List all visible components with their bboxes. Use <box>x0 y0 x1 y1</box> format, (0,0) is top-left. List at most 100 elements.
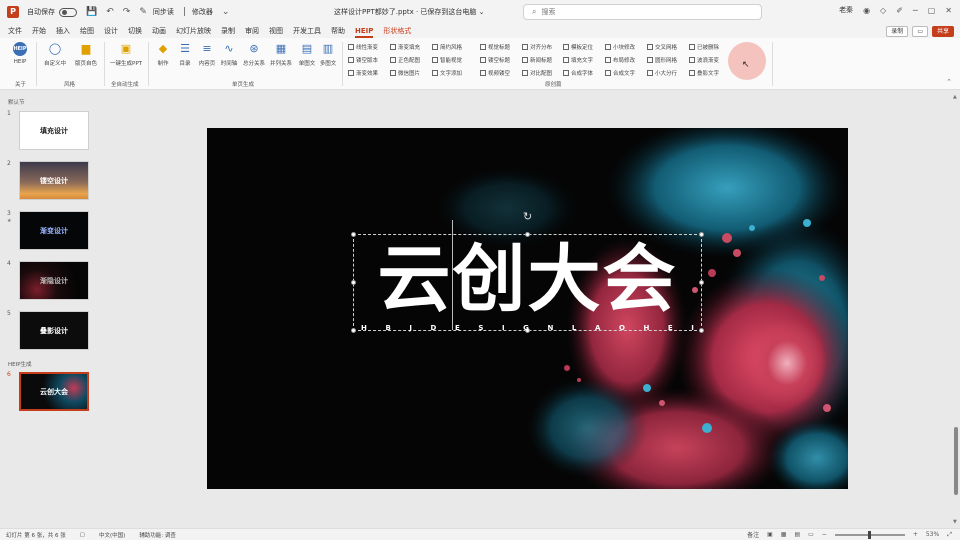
section-label[interactable]: 默认节 <box>8 98 25 106</box>
qat-dropdown-icon[interactable]: ⌄ <box>222 7 230 17</box>
feature-item[interactable]: 对比配图 <box>522 69 552 77</box>
tab-view[interactable]: 视图 <box>269 24 283 38</box>
tab-developer[interactable]: 开发工具 <box>293 24 321 38</box>
vertical-scrollbar[interactable]: ▲ ▼ <box>953 91 960 528</box>
feature-item[interactable]: 简约风格 <box>432 43 462 51</box>
zoom-slider[interactable] <box>834 530 905 539</box>
slideshow-icon[interactable]: ▭ <box>808 531 814 538</box>
feature-item[interactable]: 对齐分布 <box>522 43 552 51</box>
tab-animations[interactable]: 动画 <box>152 24 166 38</box>
tab-help[interactable]: 帮助 <box>331 24 345 38</box>
tab-review[interactable]: 审阅 <box>245 24 259 38</box>
tab-shape-format[interactable]: 形状格式 <box>383 24 411 38</box>
accessibility-status[interactable]: 辅助功能: 调查 <box>139 531 176 539</box>
maximize-icon[interactable]: ▢ <box>928 6 936 15</box>
feature-item[interactable]: 填充文字 <box>563 56 593 64</box>
tab-transitions[interactable]: 切换 <box>128 24 142 38</box>
tab-draw[interactable]: 绘图 <box>80 24 94 38</box>
feature-item[interactable]: 波浪渐变 <box>689 56 719 64</box>
pen-icon[interactable]: ✐ <box>896 6 903 15</box>
feature-item[interactable]: 智能视觉 <box>432 56 462 64</box>
tab-home[interactable]: 开始 <box>32 24 46 38</box>
rotate-handle-icon[interactable]: ↻ <box>523 210 532 223</box>
autosave-toggle[interactable] <box>59 7 77 17</box>
feature-item[interactable]: 小大分行 <box>647 69 677 77</box>
resize-handle[interactable] <box>351 328 356 333</box>
section-label[interactable]: HEIP生成 <box>8 360 32 368</box>
feature-item[interactable]: 微信图片 <box>390 69 420 77</box>
record-button[interactable]: 录制 <box>886 26 909 37</box>
notes-button[interactable]: 备注 <box>747 530 759 539</box>
theme-color-button[interactable]: ▆ 版页自色 <box>73 42 99 67</box>
resize-handle[interactable] <box>351 232 356 237</box>
multi-image-button[interactable]: ▥ 多图文 <box>315 42 341 67</box>
comments-button[interactable]: ▭ <box>912 26 928 37</box>
feature-item[interactable]: 镂空版本 <box>348 56 378 64</box>
fit-slide-icon[interactable]: ⤢ <box>947 531 952 539</box>
slide-subtitle[interactable]: H B J D E S I G N L A O H E I <box>357 324 698 332</box>
slide-title[interactable]: 云创大会 <box>357 236 698 324</box>
save-icon[interactable]: 💾 <box>86 7 97 17</box>
feature-item[interactable]: 合成文字 <box>605 69 635 77</box>
feature-item[interactable]: 视觉标题 <box>480 43 510 51</box>
scroll-down-icon[interactable]: ▼ <box>953 519 957 525</box>
scrollbar-thumb[interactable] <box>954 427 958 495</box>
feature-item[interactable]: 文字添加 <box>432 69 462 77</box>
scroll-up-icon[interactable]: ▲ <box>953 94 957 100</box>
parallel-relation-button[interactable]: ▦ 并列关系 <box>268 42 294 67</box>
feature-item[interactable]: 渐变效果 <box>348 69 378 77</box>
format-painter-icon[interactable]: ✎ <box>139 7 147 17</box>
resize-handle[interactable] <box>699 232 704 237</box>
document-title[interactable]: 这样设计PPT都妙了.pptx · 已保存到这台电脑 ⌄ <box>334 7 484 17</box>
language-status[interactable]: 中文(中国) <box>99 531 125 539</box>
feature-item[interactable]: 交叉网格 <box>647 43 677 51</box>
feature-item[interactable]: 模板定位 <box>563 43 593 51</box>
tab-file[interactable]: 文件 <box>8 24 22 38</box>
search-box[interactable]: ⌕ 搜索 <box>523 4 762 20</box>
tab-design[interactable]: 设计 <box>104 24 118 38</box>
quick-access-item[interactable]: 修改器 <box>192 7 213 17</box>
tab-insert[interactable]: 插入 <box>56 24 70 38</box>
quick-access-item[interactable]: 同步读 <box>153 7 174 17</box>
hub-relation-button[interactable]: ⊛ 总分关系 <box>241 42 267 67</box>
diamond-icon[interactable]: ◇ <box>880 6 886 15</box>
slide-thumbnail[interactable]: 渐变设计 <box>19 211 89 250</box>
tab-slideshow[interactable]: 幻灯片放映 <box>176 24 211 38</box>
feature-item[interactable]: 渐变填充 <box>390 43 420 51</box>
slide-sorter-icon[interactable]: ▦ <box>781 531 787 538</box>
slide-thumbnail[interactable]: 渐隐设计 <box>19 261 89 300</box>
share-button[interactable]: 共享 <box>931 26 954 37</box>
resize-handle[interactable] <box>699 328 704 333</box>
redo-icon[interactable]: ↷ <box>123 7 131 17</box>
custom-button[interactable]: ◯ 自定义中 <box>42 42 68 67</box>
slide-thumbnail[interactable]: 镂空设计 <box>19 161 89 200</box>
avatar-icon[interactable]: ◉ <box>863 6 870 15</box>
slide-thumbnail-selected[interactable]: 云创大会 <box>19 372 89 411</box>
feature-item[interactable]: 新闻标题 <box>522 56 552 64</box>
undo-icon[interactable]: ↶ <box>106 7 114 17</box>
one-click-ppt-button[interactable]: ▣ 一键生成PPT <box>110 42 142 67</box>
minimize-icon[interactable]: ─ <box>913 6 918 15</box>
feature-item[interactable]: 已被删除 <box>689 43 719 51</box>
feature-item[interactable]: 线性渐变 <box>348 43 378 51</box>
heip-button[interactable]: HEIP HEIP <box>7 42 33 65</box>
timeline-button[interactable]: ∿ 时间轴 <box>216 42 242 67</box>
zoom-out-icon[interactable]: − <box>822 531 827 538</box>
slide-thumbnail[interactable]: 叠影设计 <box>19 311 89 350</box>
tab-heip[interactable]: HEIP <box>355 24 374 38</box>
slide-thumbnail[interactable]: 填充设计 <box>19 111 89 150</box>
feature-item[interactable]: 布局修改 <box>605 56 635 64</box>
feature-item[interactable]: 镂空标题 <box>480 56 510 64</box>
zoom-in-icon[interactable]: + <box>913 531 918 538</box>
feature-item[interactable]: 正色配图 <box>390 56 420 64</box>
feature-item[interactable]: 叠影文字 <box>689 69 719 77</box>
user-name[interactable]: 老秦 <box>839 5 853 15</box>
feature-item[interactable]: 圆形网格 <box>647 56 677 64</box>
zoom-level[interactable]: 53% <box>926 531 939 538</box>
feature-item[interactable]: 视频镂空 <box>480 69 510 77</box>
ribbon-collapse-icon[interactable]: ⌃ <box>946 78 952 86</box>
resize-handle[interactable] <box>351 280 356 285</box>
feature-item[interactable]: 小块修改 <box>605 43 635 51</box>
slide-canvas[interactable]: ↻ 云创大会 H B J D E S I G N L A O H E I <box>207 128 848 489</box>
feature-item[interactable]: 合成字体 <box>563 69 593 77</box>
